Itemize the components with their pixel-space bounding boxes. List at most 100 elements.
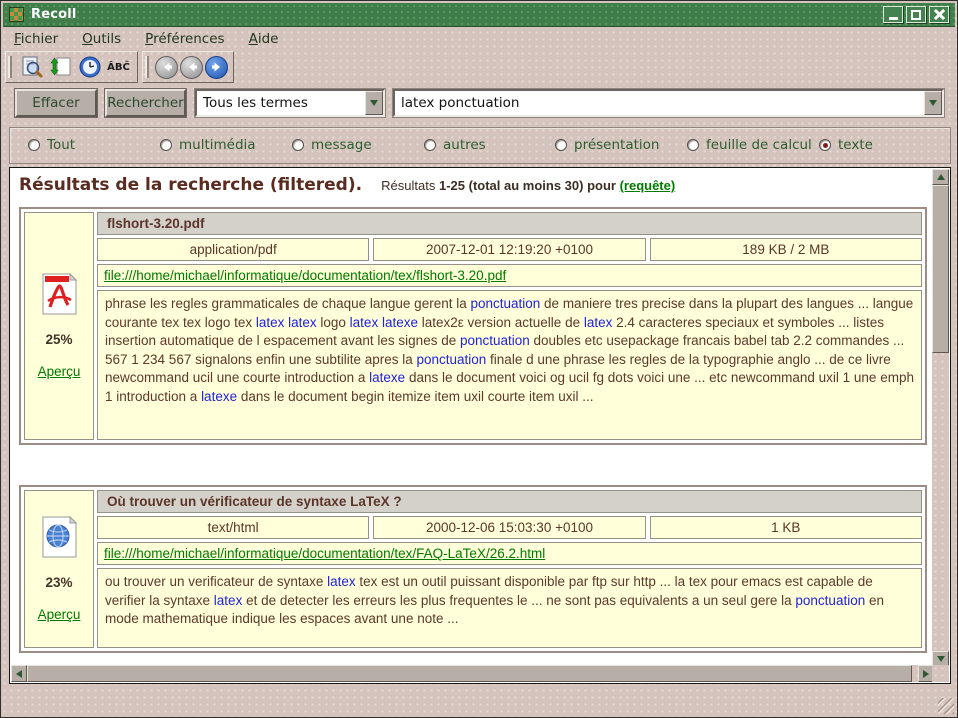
radio-icon (819, 139, 831, 151)
menu-fichier[interactable]: Fichier (14, 31, 58, 47)
pdf-document-icon (40, 273, 78, 315)
previous-page-button[interactable] (180, 56, 203, 79)
result-url-row: file:///home/michael/informatique/docume… (97, 542, 922, 565)
snippet-text: dans le document begin itemize item uxil… (237, 389, 593, 404)
minimize-button[interactable] (883, 6, 903, 23)
clear-button[interactable]: Effacer (15, 89, 97, 117)
arrow-right-icon (923, 670, 929, 678)
result-side-panel: 25% Aperçu (24, 212, 94, 440)
highlighted-term: ponctuation (460, 333, 530, 348)
highlighted-term: latex (327, 574, 356, 589)
search-query-input[interactable] (395, 91, 924, 115)
menu-outils[interactable]: Outils (82, 31, 121, 47)
scroll-up-button[interactable] (932, 169, 949, 185)
minimize-icon (889, 17, 898, 20)
menubar: Fichier Outils Préférences Aide (3, 28, 955, 50)
horizontal-scroll-thumb[interactable] (27, 665, 912, 682)
titlebar[interactable]: Recoll (3, 3, 955, 27)
toolbar-drag-handle[interactable] (8, 56, 12, 78)
result-details: flshort-3.20.pdf application/pdf 2007-12… (97, 212, 922, 440)
search-mode-combobox[interactable]: Tous les termes (195, 89, 385, 117)
results-list: Résultats de la recherche (filtered). Ré… (11, 169, 934, 667)
snippet-text: latex2ε version actuelle de (418, 315, 584, 330)
menu-preferences[interactable]: Préférences (145, 31, 224, 47)
results-summary: Résultats 1-25 (total au moins 30) pour … (381, 178, 675, 193)
snippet-text: ou trouver un verificateur de syntaxe (105, 574, 327, 589)
html-document-icon (40, 516, 78, 558)
query-combobox[interactable] (393, 89, 944, 117)
scroll-track[interactable] (932, 353, 949, 651)
toolbar-drag-handle[interactable] (145, 56, 149, 78)
filter-radio-texte[interactable]: texte (819, 137, 873, 153)
result-size: 1 KB (650, 516, 922, 539)
filter-radio-autres[interactable]: autres (424, 137, 486, 153)
filter-radio-multimedia[interactable]: multimédia (160, 137, 256, 153)
vertical-scroll-thumb[interactable] (932, 185, 949, 353)
document-preview-button[interactable] (18, 54, 45, 80)
vertical-scrollbar[interactable] (932, 169, 949, 667)
result-item: 25% Aperçu flshort-3.20.pdf application/… (19, 207, 927, 445)
search-button[interactable]: Rechercher (105, 89, 186, 117)
query-link[interactable]: (requête) (620, 178, 676, 193)
resize-grip[interactable] (938, 698, 954, 714)
combobox-dropdown-button[interactable] (924, 91, 942, 115)
preview-link[interactable]: Aperçu (38, 607, 81, 622)
first-page-button[interactable] (155, 56, 178, 79)
filter-radio-presentation[interactable]: présentation (555, 137, 659, 153)
previous-page-icon (185, 60, 199, 74)
window-title: Recoll (31, 7, 77, 22)
results-title: Résultats de la recherche (filtered). (19, 175, 362, 195)
summary-range: 1-25 (total au moins 30) pour (439, 178, 620, 193)
toolbar: ÂBĈ (5, 51, 234, 83)
chevron-down-icon (370, 100, 378, 106)
result-date: 2007-12-01 12:19:20 +0100 (373, 238, 645, 261)
close-button[interactable] (929, 6, 949, 23)
highlighted-term: latex latexe (350, 315, 418, 330)
arrow-left-icon (16, 670, 22, 678)
filter-radio-message[interactable]: message (292, 137, 372, 153)
result-url-link[interactable]: file:///home/michael/informatique/docume… (104, 546, 545, 561)
highlighted-term: ponctuation (795, 593, 865, 608)
relevance-percent: 25% (45, 332, 72, 347)
result-item: 23% Aperçu Où trouver un vérificateur de… (19, 485, 927, 653)
radio-icon (292, 139, 304, 151)
highlighted-term: latex (214, 593, 243, 608)
update-index-button[interactable] (47, 54, 74, 80)
next-page-button[interactable] (205, 56, 228, 79)
results-area: Résultats de la recherche (filtered). Ré… (9, 167, 951, 684)
arrow-up-icon (937, 174, 945, 180)
filter-radio-feuille-de-calcul[interactable]: feuille de calcul (687, 137, 812, 153)
toolbar-group-actions: ÂBĈ (5, 51, 138, 83)
result-title: Où trouver un vérificateur de syntaxe La… (97, 490, 922, 513)
result-url-link[interactable]: file:///home/michael/informatique/docume… (104, 268, 506, 283)
category-filter-panel: Tout multimédia message autres présentat… (9, 127, 951, 164)
scroll-left-button[interactable] (11, 665, 27, 682)
chevron-down-icon (929, 100, 937, 106)
snippet-text: et de detecter les erreurs les plus freq… (242, 593, 795, 608)
recoll-app-icon (9, 7, 24, 22)
result-snippet: phrase les regles grammaticales de chaqu… (97, 290, 922, 440)
preview-link[interactable]: Aperçu (38, 364, 81, 379)
update-index-icon (49, 55, 73, 79)
radio-icon (555, 139, 567, 151)
recoll-window: Recoll Fichier Outils Préférences Aide (0, 0, 958, 718)
history-button[interactable] (76, 54, 103, 80)
term-explorer-button[interactable]: ÂBĈ (105, 54, 132, 80)
results-header: Résultats de la recherche (filtered). Ré… (16, 175, 934, 195)
radio-icon (160, 139, 172, 151)
result-meta-row: application/pdf 2007-12-01 12:19:20 +010… (97, 238, 922, 261)
result-mime: text/html (97, 516, 369, 539)
toolbar-group-navigation (142, 51, 234, 83)
maximize-button[interactable] (906, 6, 926, 23)
combobox-dropdown-button[interactable] (365, 91, 383, 115)
filter-radio-tout[interactable]: Tout (28, 137, 75, 153)
highlighted-term: latex (584, 315, 613, 330)
radio-icon (687, 139, 699, 151)
result-snippet: ou trouver un verificateur de syntaxe la… (97, 568, 922, 648)
radio-icon (28, 139, 40, 151)
result-mime: application/pdf (97, 238, 369, 261)
radio-icon (424, 139, 436, 151)
horizontal-scrollbar[interactable] (11, 665, 934, 682)
menu-aide[interactable]: Aide (249, 31, 279, 47)
maximize-icon (911, 10, 921, 20)
